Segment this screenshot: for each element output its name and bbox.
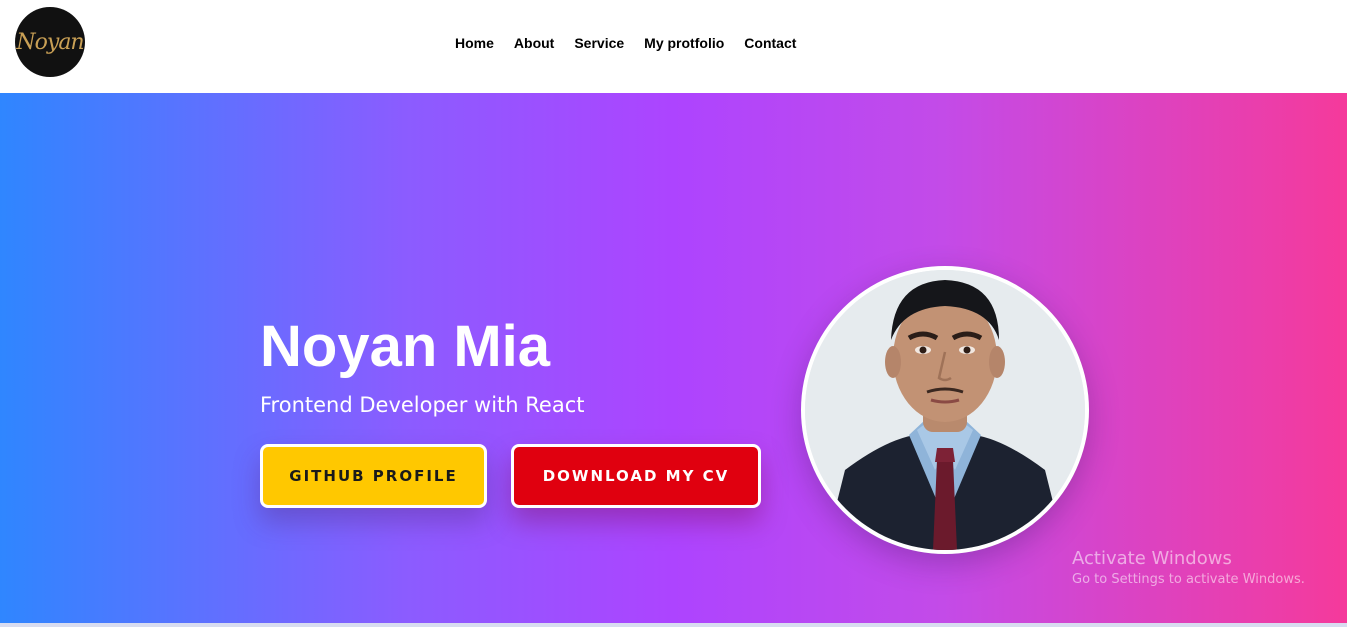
hero-section: Noyan Mia Frontend Developer with React …: [0, 93, 1347, 623]
watermark-title: Activate Windows: [1072, 548, 1232, 569]
profile-photo-illustration: [805, 270, 1085, 550]
watermark-subtitle: Go to Settings to activate Windows.: [1072, 572, 1305, 587]
nav-link-contact[interactable]: Contact: [734, 34, 806, 52]
nav-link-home[interactable]: Home: [445, 34, 504, 52]
brand-logo[interactable]: Noyan: [15, 7, 85, 77]
profile-photo: [801, 266, 1089, 554]
windows-activation-watermark: Activate Windows Go to Settings to activ…: [1072, 548, 1305, 590]
page-bottom-divider: [0, 623, 1347, 627]
hero-subtitle: Frontend Developer with React: [260, 393, 585, 417]
brand-logo-text: Noyan: [16, 29, 84, 55]
hero-name: Noyan Mia: [260, 314, 551, 379]
nav-link-about[interactable]: About: [504, 34, 564, 52]
nav-link-portfolio[interactable]: My protfolio: [634, 34, 734, 52]
nav-menu: Home About Service My protfolio Contact: [445, 34, 806, 52]
navbar: Noyan Home About Service My protfolio Co…: [0, 0, 1347, 93]
github-profile-button[interactable]: GITHUB PROFILE: [260, 444, 487, 508]
nav-link-service[interactable]: Service: [564, 34, 634, 52]
download-cv-button[interactable]: DOWNLOAD MY CV: [511, 444, 761, 508]
